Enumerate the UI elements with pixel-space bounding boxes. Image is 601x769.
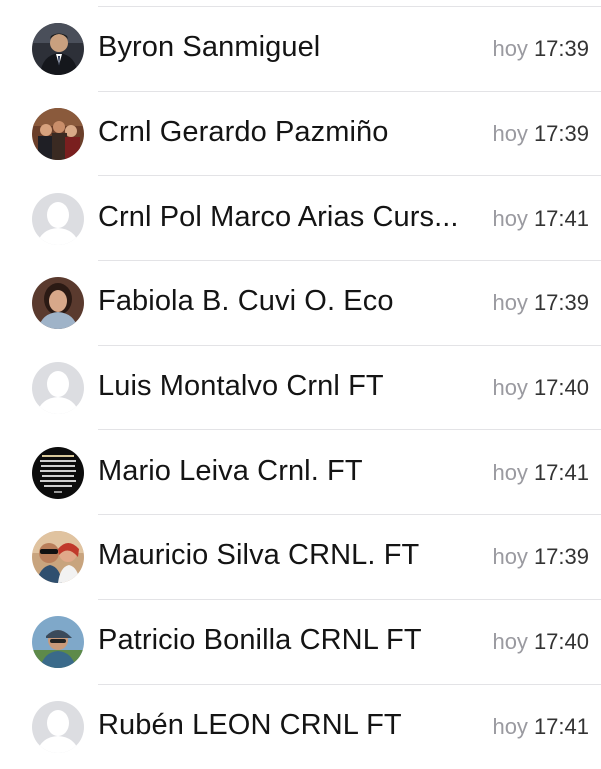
contact-list: Byron Sanmiguel hoy 17:39 Crnl Gerardo Pa… [0,7,601,769]
default-avatar-icon [32,701,84,753]
timestamp-time: 17:39 [534,290,589,315]
message-timestamp: hoy 17:39 [492,544,589,570]
avatar[interactable] [32,531,84,583]
timestamp-day: hoy [492,544,527,569]
avatar[interactable] [32,193,84,245]
contact-name: Mario Leiva Crnl. FT [98,455,478,488]
avatar[interactable] [32,23,84,75]
contact-row[interactable]: Crnl Pol Marco Arias Curs... hoy 17:41 [0,176,601,261]
contact-name: Patricio Bonilla CRNL FT [98,624,478,657]
default-avatar-icon [32,362,84,414]
group-photo-icon [32,108,84,160]
avatar[interactable] [32,616,84,668]
contact-row[interactable]: Crnl Gerardo Pazmiño hoy 17:39 [0,92,601,177]
timestamp-day: hoy [492,714,527,739]
contact-row[interactable]: Mauricio Silva CRNL. FT hoy 17:39 [0,515,601,600]
avatar[interactable] [32,447,84,499]
timestamp-time: 17:41 [534,714,589,739]
avatar[interactable] [32,277,84,329]
timestamp-day: hoy [492,36,527,61]
person-photo-icon [32,277,84,329]
contact-row[interactable]: Luis Montalvo Crnl FT hoy 17:40 [0,346,601,431]
timestamp-day: hoy [492,121,527,146]
contact-row[interactable]: Rubén LEON CRNL FT hoy 17:41 [0,685,601,769]
contact-row[interactable]: Patricio Bonilla CRNL FT hoy 17:40 [0,600,601,685]
contact-name: Luis Montalvo Crnl FT [98,370,478,403]
message-timestamp: hoy 17:39 [492,36,589,62]
timestamp-day: hoy [492,629,527,654]
message-timestamp: hoy 17:41 [492,206,589,232]
message-timestamp: hoy 17:41 [492,714,589,740]
contact-row[interactable]: Byron Sanmiguel hoy 17:39 [0,7,601,92]
message-timestamp: hoy 17:39 [492,121,589,147]
contact-name: Mauricio Silva CRNL. FT [98,539,478,572]
message-timestamp: hoy 17:40 [492,375,589,401]
default-avatar-icon [32,193,84,245]
avatar[interactable] [32,701,84,753]
couple-photo-icon [32,531,84,583]
message-timestamp: hoy 17:41 [492,460,589,486]
contact-row[interactable]: Fabiola B. Cuvi O. Eco hoy 17:39 [0,261,601,346]
person-photo-icon [32,23,84,75]
message-timestamp: hoy 17:40 [492,629,589,655]
avatar[interactable] [32,108,84,160]
timestamp-time: 17:41 [534,460,589,485]
timestamp-day: hoy [492,290,527,315]
contact-row[interactable]: Mario Leiva Crnl. FT hoy 17:41 [0,430,601,515]
timestamp-time: 17:39 [534,36,589,61]
timestamp-time: 17:41 [534,206,589,231]
contact-name: Crnl Pol Marco Arias Curs... [98,201,478,234]
timestamp-time: 17:40 [534,629,589,654]
timestamp-day: hoy [492,375,527,400]
timestamp-time: 17:39 [534,544,589,569]
timestamp-time: 17:39 [534,121,589,146]
timestamp-day: hoy [492,460,527,485]
text-card-image-icon [32,447,84,499]
contact-name: Fabiola B. Cuvi O. Eco [98,285,478,318]
person-photo-icon [32,616,84,668]
avatar[interactable] [32,362,84,414]
message-timestamp: hoy 17:39 [492,290,589,316]
contact-name: Crnl Gerardo Pazmiño [98,116,478,149]
timestamp-time: 17:40 [534,375,589,400]
contact-name: Rubén LEON CRNL FT [98,709,478,742]
timestamp-day: hoy [492,206,527,231]
contact-name: Byron Sanmiguel [98,31,478,64]
